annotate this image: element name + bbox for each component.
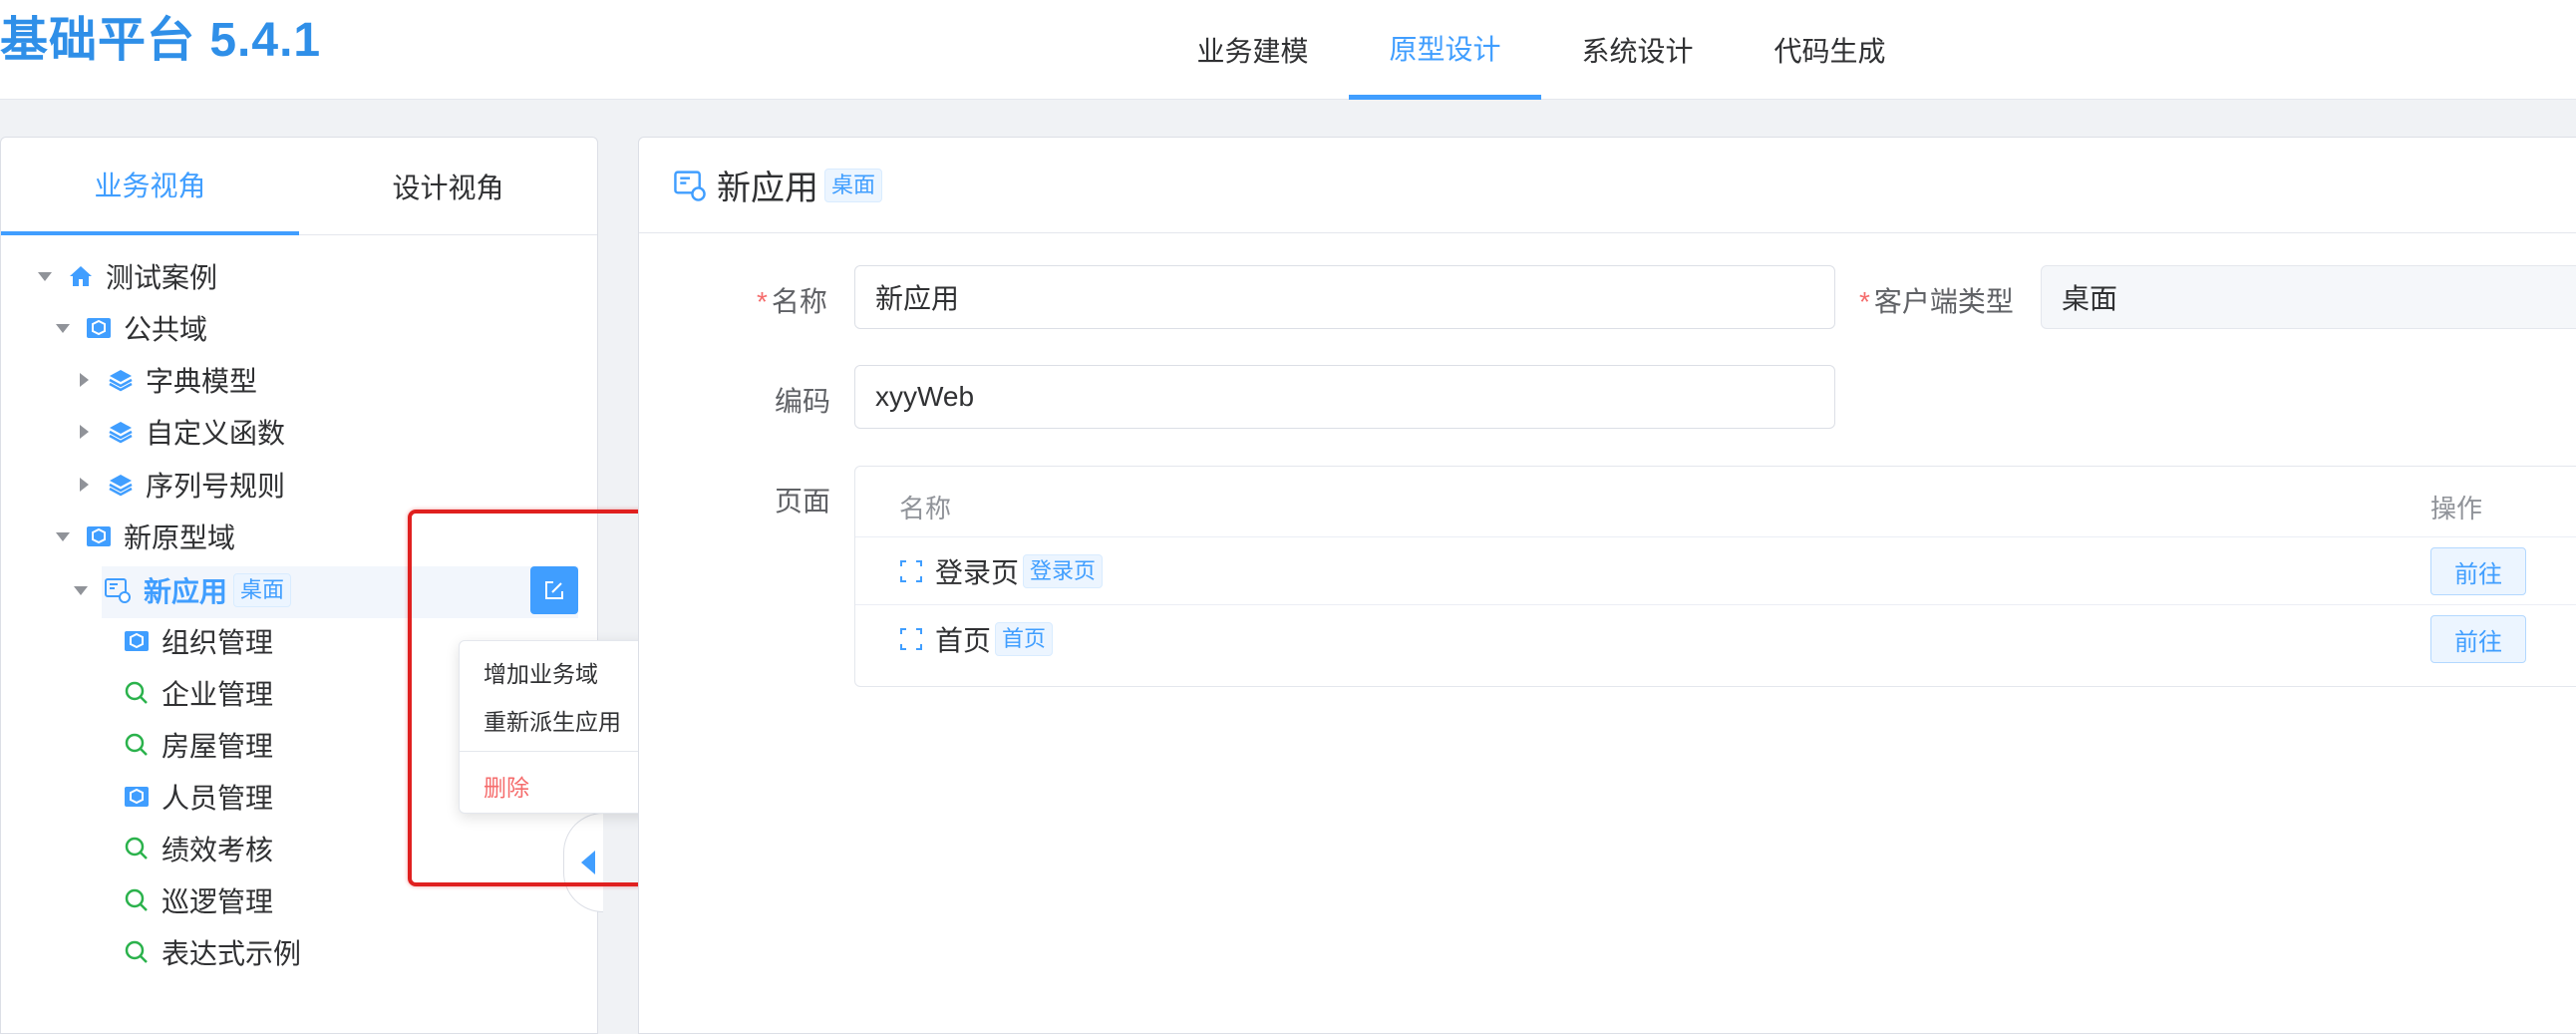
name-field[interactable]: 新应用 (854, 265, 1835, 329)
go-button[interactable]: 前往 (2430, 547, 2526, 595)
detail-title-tag: 桌面 (824, 168, 883, 202)
client-type-label-text: 客户端类型 (1873, 286, 2014, 317)
pages-label: 页面 (775, 486, 831, 517)
tree-node-label: 表达式示例 (161, 938, 302, 969)
top-header: 基础平台 5.4.1 业务建模 原型设计 系统设计 代码生成 (0, 0, 2576, 100)
client-type-label: * 客户端类型 (1859, 280, 2014, 320)
page-name: 首页 (935, 625, 992, 656)
column-header-action: 操作 (2430, 494, 2483, 523)
column-header-name: 名称 (899, 494, 952, 523)
tab-design-view[interactable]: 设计视角 (299, 138, 597, 235)
page-frame-icon (900, 560, 922, 582)
tree-node-child-1[interactable]: 企业管理 (124, 667, 273, 719)
view-tabs: 业务视角 设计视角 (1, 138, 597, 235)
tab-business-view[interactable]: 业务视角 (1, 138, 299, 235)
edit-icon (545, 581, 563, 599)
page-tag: 首页 (995, 622, 1054, 656)
tree-node-child-0[interactable]: 组织管理 (124, 615, 273, 667)
home-icon (70, 266, 92, 286)
client-type-field[interactable]: 桌面 (2041, 265, 2576, 329)
layers-icon (109, 475, 133, 497)
required-marker: * (1859, 286, 1870, 317)
tree-node-label: 组织管理 (161, 627, 274, 658)
caret-down-icon[interactable] (74, 585, 88, 595)
top-nav: 业务建模 原型设计 系统设计 代码生成 (1156, 0, 1926, 100)
caret-right-icon[interactable] (80, 373, 89, 387)
table-row: 登录页 登录页 前往 (855, 536, 2576, 604)
search-icon (125, 681, 148, 704)
table-row: 首页 首页 前往 (855, 604, 2576, 672)
go-button[interactable]: 前往 (2430, 615, 2526, 663)
search-icon (125, 733, 148, 756)
tree-node-label: 序列号规则 (146, 471, 286, 502)
tree-node-child-5[interactable]: 巡逻管理 (124, 874, 273, 926)
tree-node-custom-function[interactable]: 自定义函数 (76, 406, 285, 458)
context-menu: 增加业务域 重新派生应用 删除 (459, 640, 651, 814)
edit-button[interactable] (530, 566, 578, 614)
nav-item-prototype-design[interactable]: 原型设计 (1349, 0, 1541, 100)
desktop-app-icon (105, 578, 131, 603)
caret-down-icon[interactable] (56, 323, 70, 333)
caret-right-icon[interactable] (80, 425, 89, 439)
menu-item-add-business-domain[interactable]: 增加业务域 (483, 655, 598, 689)
tree-node-child-3[interactable]: 人员管理 (124, 771, 273, 823)
tree-node-serial-rule[interactable]: 序列号规则 (76, 459, 285, 511)
nav-item-code-generation[interactable]: 代码生成 (1734, 0, 1926, 100)
tree-node-label: 绩效考核 (161, 835, 274, 865)
menu-item-rederive-app[interactable]: 重新派生应用 (483, 703, 621, 737)
tree-node-label: 自定义函数 (146, 418, 286, 449)
tree-node-label: 企业管理 (161, 679, 274, 710)
search-icon (125, 837, 148, 860)
tree-node-dict-model[interactable]: 字典模型 (76, 354, 257, 406)
code-field[interactable]: xyyWeb (854, 365, 1835, 429)
client-type-tag: 桌面 (233, 573, 292, 607)
tree-node-child-6[interactable]: 表达式示例 (124, 926, 301, 978)
domain-icon (87, 526, 111, 546)
tree-node-label: 公共域 (124, 314, 208, 345)
tree-node-label: 人员管理 (161, 783, 274, 814)
layers-icon (109, 422, 133, 444)
app-title: 基础平台 5.4.1 (0, 14, 322, 67)
caret-right-icon[interactable] (80, 478, 89, 492)
layers-icon (109, 370, 133, 392)
nav-item-system-design[interactable]: 系统设计 (1541, 0, 1734, 100)
page-name: 登录页 (935, 557, 1020, 588)
tree-node-label: 新原型域 (124, 522, 236, 553)
caret-down-icon[interactable] (56, 531, 70, 541)
search-icon (125, 940, 148, 963)
desktop-app-icon (674, 170, 706, 201)
tree-node-child-4[interactable]: 绩效考核 (124, 823, 273, 874)
tree-node-child-2[interactable]: 房屋管理 (124, 719, 273, 771)
detail-panel: 新应用 桌面 * 名称 新应用 * 客户端类型 桌面 编码 xyyWeb 页面 名称… (638, 137, 2576, 1034)
detail-title: 新应用 (717, 170, 818, 207)
page-frame-icon (900, 628, 922, 650)
domain-icon (87, 318, 111, 338)
code-label: 编码 (775, 386, 831, 417)
page-name-cell: 首页 首页 (899, 605, 1054, 673)
domain-icon (125, 787, 149, 807)
detail-header: 新应用 桌面 (639, 138, 2576, 233)
name-label-text: 名称 (771, 286, 827, 317)
tree-node-label: 房屋管理 (161, 731, 274, 762)
pages-table: 名称 操作 登录页 登录页 前往 首页 首页 前往 (854, 466, 2576, 687)
tree-node-root[interactable]: 测试案例 (38, 250, 217, 302)
menu-divider (460, 751, 650, 752)
name-label: * 名称 (757, 280, 827, 320)
tree-node-new-proto-domain[interactable]: 新原型域 (56, 511, 235, 562)
tree-node-label: 字典模型 (146, 366, 258, 397)
search-icon (125, 888, 148, 911)
tree-node-new-app[interactable]: 新应用 桌面 (74, 564, 292, 616)
caret-down-icon[interactable] (38, 271, 52, 281)
tree-node-label: 新应用 (144, 576, 228, 607)
menu-item-delete[interactable]: 删除 (483, 769, 529, 803)
tree-node-label: 测试案例 (106, 262, 218, 293)
domain-icon (125, 631, 149, 651)
required-marker: * (757, 286, 768, 317)
collapse-left-icon (580, 851, 595, 874)
page-name-cell: 登录页 登录页 (899, 537, 1104, 605)
page-tag: 登录页 (1023, 554, 1104, 588)
tree-node-public-domain[interactable]: 公共域 (56, 302, 207, 354)
tree-node-label: 巡逻管理 (161, 886, 274, 917)
nav-item-business-modeling[interactable]: 业务建模 (1156, 0, 1349, 100)
